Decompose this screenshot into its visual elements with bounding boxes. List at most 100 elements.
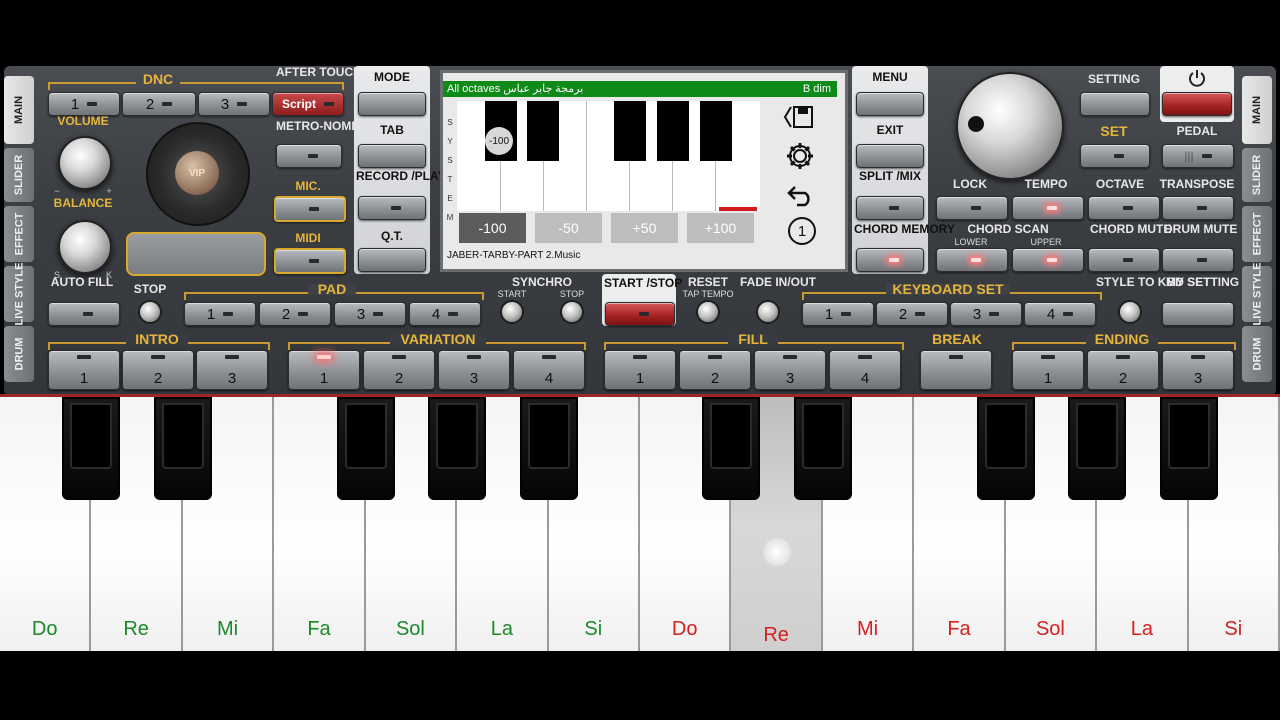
chord-mute-button[interactable] xyxy=(1088,248,1160,272)
volume-knob[interactable] xyxy=(58,136,112,190)
black-key[interactable] xyxy=(519,397,578,500)
start-stop-button[interactable] xyxy=(605,302,675,326)
mic-button[interactable] xyxy=(274,196,346,222)
synchro-start-knob[interactable] xyxy=(500,300,524,324)
tab-drum-right[interactable]: DRUM xyxy=(1242,326,1272,382)
tab-slider-right[interactable]: SLIDER xyxy=(1242,148,1272,202)
setting-button[interactable] xyxy=(1080,92,1150,116)
variation-button-3[interactable]: 3 xyxy=(438,350,510,390)
undo-icon[interactable] xyxy=(787,181,815,207)
chord-memory-button[interactable] xyxy=(856,248,924,272)
chord-scan-lower-button[interactable] xyxy=(936,248,1008,272)
transpose-minus-50-button[interactable]: -50 xyxy=(535,213,602,243)
style-to-kbd-knob[interactable] xyxy=(1118,300,1142,324)
ending-button-2[interactable]: 2 xyxy=(1087,350,1159,390)
intro-button-2[interactable]: 2 xyxy=(122,350,194,390)
set-button[interactable] xyxy=(1080,144,1150,168)
dnc-button-3[interactable]: 3 xyxy=(198,92,270,116)
mode-button[interactable] xyxy=(358,92,426,116)
mini-black-key[interactable] xyxy=(700,101,732,161)
black-key[interactable] xyxy=(62,397,121,500)
tab-button[interactable] xyxy=(358,144,426,168)
pedal-button[interactable]: ||| xyxy=(1162,144,1234,168)
lock-button[interactable] xyxy=(936,196,1008,220)
black-key[interactable] xyxy=(153,397,212,500)
dnc-button-2[interactable]: 2 xyxy=(122,92,196,116)
black-key[interactable] xyxy=(793,397,852,500)
reset-knob[interactable] xyxy=(696,300,720,324)
auto-fill-button[interactable] xyxy=(48,302,120,326)
tab-drum-left[interactable]: DRUM xyxy=(4,326,34,382)
pad-button-1[interactable]: 1 xyxy=(184,302,256,326)
transpose-plus-50-button[interactable]: +50 xyxy=(611,213,678,243)
fill-button-3[interactable]: 3 xyxy=(754,350,826,390)
mini-black-key[interactable] xyxy=(614,101,646,161)
tab-effect-right[interactable]: EFFECT xyxy=(1242,206,1272,262)
metronome-button[interactable] xyxy=(276,144,342,168)
tab-live-style-left[interactable]: LIVE STYLE xyxy=(4,263,34,325)
pad-stop-knob[interactable] xyxy=(138,300,162,324)
keyboard-set-button-4[interactable]: 4 xyxy=(1024,302,1096,326)
mini-black-key[interactable] xyxy=(657,101,689,161)
led-indicator xyxy=(971,258,981,262)
fill-button-1[interactable]: 1 xyxy=(604,350,676,390)
ending-button-3[interactable]: 3 xyxy=(1162,350,1234,390)
keyboard-set-button-2[interactable]: 2 xyxy=(876,302,948,326)
intro-button-3[interactable]: 3 xyxy=(196,350,268,390)
tempo-button[interactable] xyxy=(1012,196,1084,220)
dnc-button-1[interactable]: 1 xyxy=(48,92,120,116)
midi-button[interactable] xyxy=(274,248,346,274)
transpose-minus-100-button[interactable]: -100 xyxy=(459,213,526,243)
black-key[interactable] xyxy=(976,397,1035,500)
my-setting-button[interactable] xyxy=(1162,302,1234,326)
black-key[interactable] xyxy=(1159,397,1218,500)
tab-label: SLIDER xyxy=(1251,154,1263,196)
variation-button-1[interactable]: 1 xyxy=(288,350,360,390)
script-button[interactable]: Script xyxy=(272,92,344,116)
variation-button-4[interactable]: 4 xyxy=(513,350,585,390)
fade-knob[interactable] xyxy=(756,300,780,324)
variation-button-2[interactable]: 2 xyxy=(363,350,435,390)
tab-effect-left[interactable]: EFFECT xyxy=(4,206,34,262)
tab-live-style-right[interactable]: LIVE STYLE xyxy=(1242,263,1272,325)
pad-button-2[interactable]: 2 xyxy=(259,302,331,326)
power-button[interactable] xyxy=(1162,92,1232,116)
record-play-button[interactable] xyxy=(358,196,426,220)
octave-button[interactable] xyxy=(1088,196,1160,220)
tab-slider-left[interactable]: SLIDER xyxy=(4,148,34,202)
menu-button[interactable] xyxy=(856,92,924,116)
ending-button-1[interactable]: 1 xyxy=(1012,350,1084,390)
fill-button-2[interactable]: 2 xyxy=(679,350,751,390)
black-key[interactable] xyxy=(1068,397,1127,500)
mini-black-key[interactable] xyxy=(527,101,559,161)
drum-mute-button[interactable] xyxy=(1162,248,1234,272)
pad-button-4[interactable]: 4 xyxy=(409,302,481,326)
fill-button-4[interactable]: 4 xyxy=(829,350,901,390)
balance-knob[interactable] xyxy=(58,220,112,274)
save-icon[interactable] xyxy=(783,103,815,131)
keyboard-set-button-3[interactable]: 3 xyxy=(950,302,1022,326)
pad-button-3[interactable]: 3 xyxy=(334,302,406,326)
black-key[interactable] xyxy=(702,397,761,500)
style-display-slot[interactable] xyxy=(126,232,266,276)
split-mix-button[interactable] xyxy=(856,196,924,220)
black-key[interactable] xyxy=(336,397,395,500)
led-indicator xyxy=(633,355,647,359)
break-button[interactable] xyxy=(920,350,992,390)
main-dial-knob[interactable] xyxy=(956,72,1064,180)
tab-main-right[interactable]: MAIN xyxy=(1242,76,1272,144)
vip-jog-wheel[interactable]: VIP xyxy=(146,122,250,226)
tab-main-left[interactable]: MAIN xyxy=(4,76,34,144)
number-one-icon[interactable]: 1 xyxy=(788,217,816,245)
chord-scan-upper-button[interactable] xyxy=(1012,248,1084,272)
transpose-button[interactable] xyxy=(1162,196,1234,220)
transpose-plus-100-button[interactable]: +100 xyxy=(687,213,754,243)
synchro-stop-knob[interactable] xyxy=(560,300,584,324)
qt-button[interactable] xyxy=(358,248,426,272)
settings-icon[interactable] xyxy=(785,141,815,171)
intro-button-1[interactable]: 1 xyxy=(48,350,120,390)
exit-button[interactable] xyxy=(856,144,924,168)
black-key[interactable] xyxy=(428,397,487,500)
mini-keyboard[interactable]: -100 xyxy=(457,101,760,211)
keyboard-set-button-1[interactable]: 1 xyxy=(802,302,874,326)
